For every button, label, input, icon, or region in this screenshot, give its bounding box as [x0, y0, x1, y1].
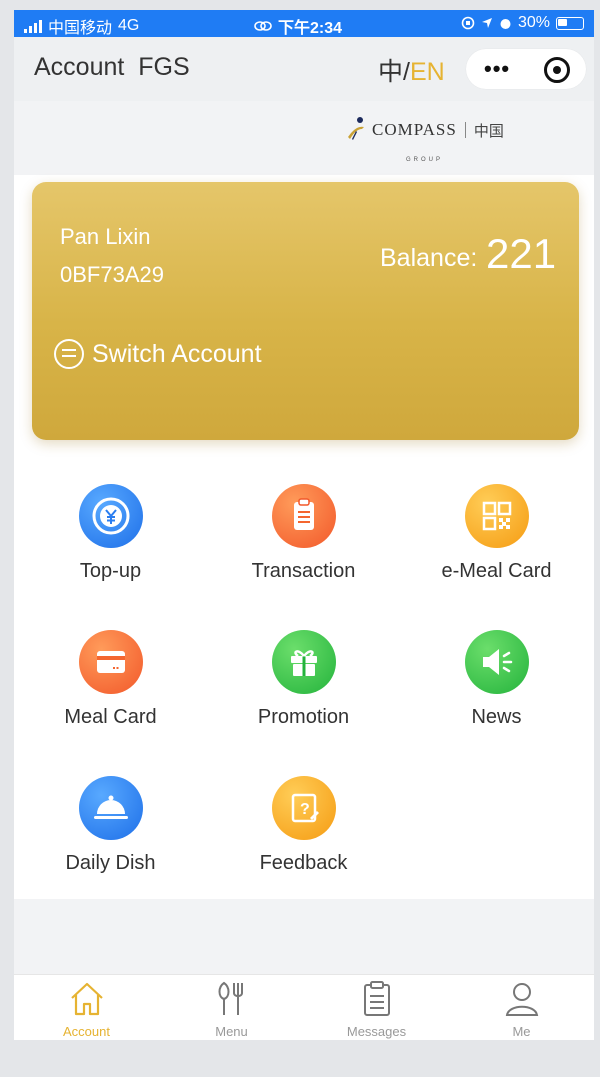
fork-knife-icon: [218, 981, 243, 1015]
logo-divider: [464, 122, 466, 138]
battery-icon: [556, 16, 584, 30]
service-promotion[interactable]: Promotion: [207, 630, 400, 729]
lock-rotation-icon: [461, 16, 475, 30]
service-label: Promotion: [257, 706, 350, 728]
language-switch[interactable]: 中/EN: [378, 52, 445, 88]
balance-value: 221: [486, 230, 557, 277]
service-transaction[interactable]: Transaction: [207, 484, 400, 583]
lang-cn-option[interactable]: 中: [378, 58, 403, 86]
service-e-meal-card[interactable]: e-Meal Card: [400, 484, 593, 583]
close-miniprogram-icon[interactable]: [544, 57, 570, 83]
clipboard-icon: [271, 484, 336, 548]
content-spacer: [14, 899, 594, 974]
switch-account-button[interactable]: Switch Account: [54, 339, 262, 369]
service-label: Transaction: [251, 560, 356, 582]
network-type: 4G: [118, 17, 140, 34]
yen-coin-icon: [78, 484, 143, 548]
logo-subtitle: GROUP: [406, 157, 444, 163]
gift-icon: [271, 630, 336, 694]
tab-label: Menu: [215, 1024, 248, 1039]
home-icon: [70, 982, 103, 1016]
lang-en-option[interactable]: EN: [410, 58, 445, 86]
cloche-icon: [78, 776, 143, 840]
service-label: Meal Card: [64, 706, 157, 728]
alarm-icon: [500, 18, 511, 29]
status-time: 下午2:34: [278, 20, 343, 37]
tab-messages[interactable]: Messages: [304, 979, 449, 1039]
megaphone-icon: [464, 630, 529, 694]
service-feedback[interactable]: ? Feedback: [207, 776, 400, 875]
service-label: Feedback: [259, 852, 348, 874]
bottom-tab-bar: Account Menu Messages Me: [14, 974, 594, 1040]
person-icon: [505, 983, 538, 1016]
account-id: 0BF73A29: [60, 262, 164, 287]
tab-menu[interactable]: Menu: [159, 979, 304, 1039]
service-top-up[interactable]: Top-up: [14, 484, 207, 583]
miniprogram-capsule: •••: [466, 49, 586, 89]
nav-bar: Account FGS 中/EN •••: [14, 37, 594, 101]
account-card: Pan Lixin 0BF73A29 Balance: 221 Switch A…: [32, 182, 579, 440]
service-news[interactable]: News: [400, 630, 593, 729]
signal-icon: [24, 19, 42, 33]
service-label: Top-up: [79, 560, 142, 582]
switch-account-label: Switch Account: [92, 339, 262, 368]
balance-label: Balance:: [380, 244, 478, 272]
carrier-name: 中国移动: [48, 20, 113, 37]
service-label: Daily Dish: [65, 852, 156, 874]
logo-wordmark: COMPASS: [372, 120, 457, 139]
card-icon: [78, 630, 143, 694]
lang-separator: /: [403, 58, 410, 86]
service-label: e-Meal Card: [441, 560, 552, 582]
question-note-icon: ?: [271, 776, 336, 840]
tab-account[interactable]: Account: [14, 979, 159, 1039]
tab-label: Messages: [346, 1024, 407, 1039]
battery-percent: 30%: [517, 14, 550, 31]
svg-text:?: ?: [300, 801, 310, 818]
compass-logo: COMPASS GROUP 中国: [344, 115, 504, 163]
clipboard-list-icon: [363, 981, 390, 1016]
logo-banner: COMPASS GROUP 中国: [14, 101, 594, 175]
status-bar: 中国移动 4G 下午2:34 30%: [14, 10, 594, 37]
service-label: News: [471, 706, 522, 728]
switch-arrows-icon: [54, 339, 84, 369]
more-icon[interactable]: •••: [484, 56, 510, 82]
tab-me[interactable]: Me: [449, 979, 594, 1039]
phone-screen: 中国移动 4G 下午2:34 30% Account FGS 中/EN •••: [14, 10, 594, 1040]
tab-label: Me: [512, 1024, 531, 1039]
service-meal-card[interactable]: Meal Card: [14, 630, 207, 729]
location-arrow-icon: [481, 18, 492, 28]
page-title: Account FGS: [34, 53, 190, 81]
tab-label: Account: [63, 1024, 110, 1039]
logo-region: 中国: [473, 122, 504, 140]
link-icon: [254, 21, 272, 31]
qr-code-icon: [464, 484, 529, 548]
account-holder-name: Pan Lixin: [60, 224, 151, 249]
service-daily-dish[interactable]: Daily Dish: [14, 776, 207, 875]
compass-mark-icon: [344, 115, 368, 145]
